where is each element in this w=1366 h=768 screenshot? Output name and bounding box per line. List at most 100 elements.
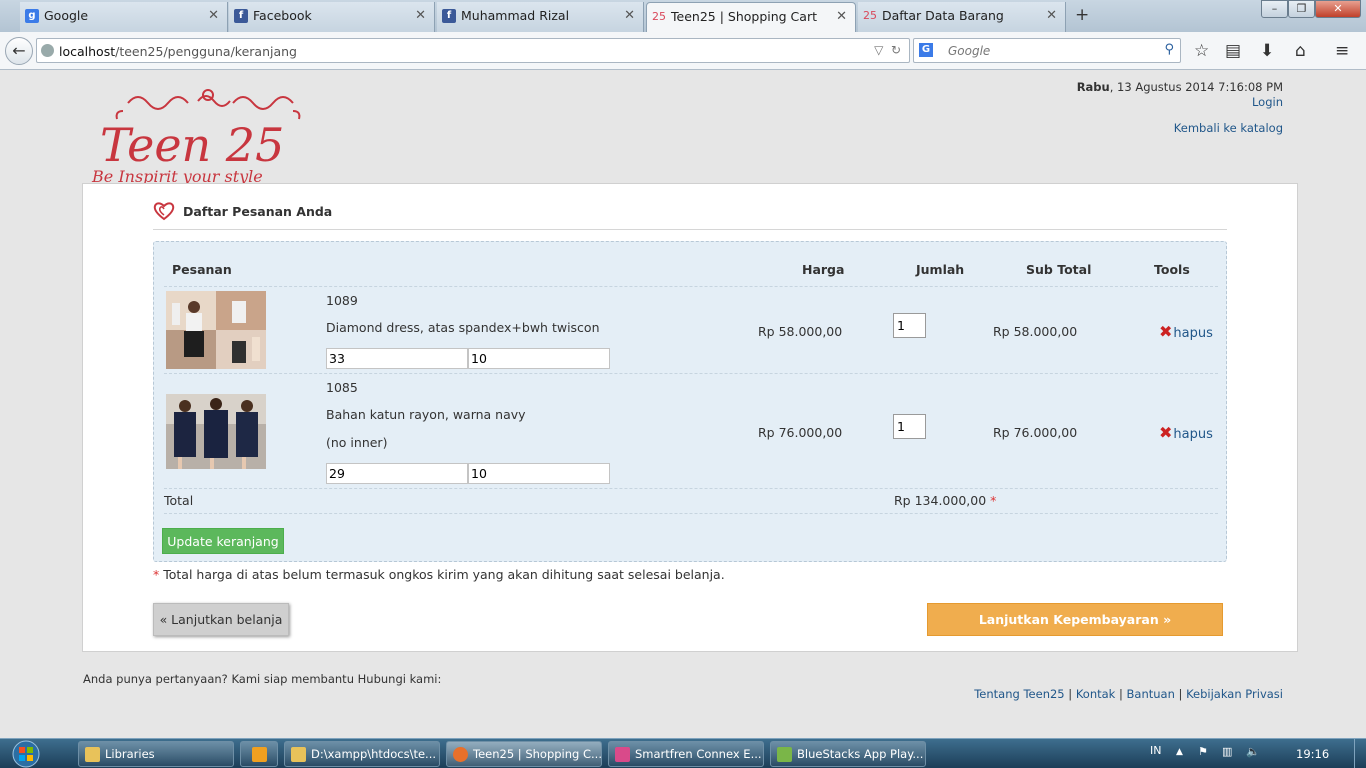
home-icon[interactable]: ⌂ xyxy=(1295,41,1306,61)
reload-icon[interactable]: ↻ xyxy=(891,43,901,57)
title-divider xyxy=(153,229,1227,230)
total-label: Total xyxy=(164,493,194,508)
checkout-button[interactable]: Lanjutkan Kepembayaran » xyxy=(927,603,1223,636)
quantity-input[interactable] xyxy=(893,313,926,338)
folder-icon xyxy=(291,747,306,762)
cart-panel: Daftar Pesanan Anda Pesanan Harga Jumlah… xyxy=(82,183,1298,652)
quantity-input[interactable] xyxy=(893,414,926,439)
back-button[interactable]: ← xyxy=(5,37,33,65)
maximize-button[interactable]: ❐ xyxy=(1288,0,1315,18)
clock[interactable]: 19:16 xyxy=(1296,747,1329,761)
footer-links: Tentang Teen25 | Kontak | Bantuan | Kebi… xyxy=(974,687,1283,701)
size-input-a[interactable] xyxy=(326,463,468,484)
volume-icon[interactable]: 🔈 xyxy=(1246,745,1260,758)
tab-daftar-data-barang[interactable]: 25 Daftar Data Barang ✕ xyxy=(858,2,1066,32)
remove-icon: ✖ xyxy=(1159,423,1173,442)
remove-icon: ✖ xyxy=(1159,322,1173,341)
download-icon[interactable]: ⬇ xyxy=(1260,41,1274,61)
taskbar-item-smartfren[interactable]: Smartfren Connex E... xyxy=(608,741,764,767)
remove-item-link[interactable]: ✖hapus xyxy=(1159,322,1213,341)
tab-label: Teen25 | Shopping Cart xyxy=(671,9,817,24)
system-tray: IN ▲ ⚑ ▥ 🔈 19:16 xyxy=(1146,739,1366,768)
product-code: 1089 xyxy=(326,293,358,308)
tab-label: Daftar Data Barang xyxy=(882,8,1004,23)
col-tools: Tools xyxy=(1154,262,1190,277)
tray-expand-icon[interactable]: ▲ xyxy=(1176,747,1183,757)
smartfren-icon xyxy=(615,747,630,762)
shipping-note: * Total harga di atas belum termasuk ong… xyxy=(153,567,725,582)
footer-link-about[interactable]: Tentang Teen25 xyxy=(974,687,1064,701)
tab-facebook[interactable]: f Facebook ✕ xyxy=(229,2,435,32)
search-icon[interactable]: ⚲ xyxy=(1164,42,1174,57)
close-icon[interactable]: ✕ xyxy=(415,8,426,23)
close-icon[interactable]: ✕ xyxy=(208,8,219,23)
product-image[interactable] xyxy=(166,291,266,369)
row-divider xyxy=(164,513,1218,514)
remove-label: hapus xyxy=(1173,427,1213,442)
facebook-icon: f xyxy=(234,9,248,23)
cart-table: Pesanan Harga Jumlah Sub Total Tools 108… xyxy=(153,241,1227,562)
search-placeholder: Google xyxy=(948,44,991,58)
bookmarks-list-icon[interactable]: ▤ xyxy=(1225,41,1241,61)
item-price: Rp 76.000,00 xyxy=(758,425,843,440)
firefox-icon xyxy=(453,747,468,762)
taskbar-item-libraries[interactable]: Libraries xyxy=(78,741,234,767)
taskbar-item-media-player[interactable] xyxy=(240,741,278,767)
separator: | xyxy=(1178,687,1183,701)
footer-link-privacy[interactable]: Kebijakan Privasi xyxy=(1186,687,1283,701)
search-bar[interactable]: G Google ⚲ xyxy=(913,38,1181,63)
windows-start-icon[interactable] xyxy=(6,739,46,768)
network-icon[interactable]: ▥ xyxy=(1222,745,1232,758)
taskbar-item-bluestacks[interactable]: BlueStacks App Play... xyxy=(770,741,926,767)
row-divider xyxy=(164,373,1218,374)
show-desktop-button[interactable] xyxy=(1354,739,1366,768)
back-to-catalog-link[interactable]: Kembali ke katalog xyxy=(1174,121,1283,135)
url-bar-icons: ▽ ↻ xyxy=(874,43,901,57)
browser-tab-bar: g Google ✕ f Facebook ✕ f Muhammad Rizal… xyxy=(0,0,1366,32)
tab-muhammad-rizal[interactable]: f Muhammad Rizal ✕ xyxy=(437,2,644,32)
contact-question: Anda punya pertanyaan? Kami siap membant… xyxy=(83,672,442,686)
update-cart-button[interactable]: Update keranjang xyxy=(162,528,284,554)
dropdown-icon[interactable]: ▽ xyxy=(874,43,883,57)
size-input-a[interactable] xyxy=(326,348,468,369)
minimize-button[interactable]: – xyxy=(1261,0,1288,18)
facebook-icon: f xyxy=(442,9,456,23)
asterisk: * xyxy=(990,493,997,508)
arrow-left-icon: ← xyxy=(12,41,26,60)
close-icon[interactable]: ✕ xyxy=(1046,8,1057,23)
action-center-icon[interactable]: ⚑ xyxy=(1198,745,1208,758)
close-icon[interactable]: ✕ xyxy=(624,8,635,23)
language-indicator[interactable]: IN xyxy=(1150,744,1161,757)
teen25-icon: 25 xyxy=(652,10,666,23)
close-window-button[interactable]: ✕ xyxy=(1315,0,1361,18)
cart-title: Daftar Pesanan Anda xyxy=(153,202,332,221)
new-tab-button[interactable]: + xyxy=(1075,5,1089,25)
login-link[interactable]: Login xyxy=(1252,95,1283,109)
footer-link-help[interactable]: Bantuan xyxy=(1127,687,1175,701)
teen25-logo[interactable]: Teen 25 Be Inspirit your style xyxy=(88,81,323,186)
taskbar-item-explorer[interactable]: D:\xampp\htdocs\te... xyxy=(284,741,440,767)
remove-item-link[interactable]: ✖hapus xyxy=(1159,423,1213,442)
footer-link-contact[interactable]: Kontak xyxy=(1076,687,1116,701)
google-icon: g xyxy=(25,9,39,23)
size-input-b[interactable] xyxy=(468,463,610,484)
logo-graphic: Teen 25 Be Inspirit your style xyxy=(91,89,301,186)
browser-nav-bar: ← localhost/teen25/pengguna/keranjang ▽ … xyxy=(0,32,1366,70)
heart-icon xyxy=(153,202,175,221)
tab-shopping-cart[interactable]: 25 Teen25 | Shopping Cart ✕ xyxy=(646,2,856,32)
google-search-engine-icon[interactable]: G xyxy=(919,43,933,57)
menu-icon[interactable]: ≡ xyxy=(1335,41,1349,61)
product-description: Diamond dress, atas spandex+bwh twiscon xyxy=(326,320,600,335)
bookmark-star-icon[interactable]: ☆ xyxy=(1194,41,1209,61)
close-icon[interactable]: ✕ xyxy=(836,9,847,24)
header-datetime: Rabu, 13 Agustus 2014 7:16:08 PM xyxy=(1077,80,1283,94)
continue-shopping-button[interactable]: « Lanjutkan belanja xyxy=(153,603,289,636)
tab-google[interactable]: g Google ✕ xyxy=(20,2,228,32)
taskbar-item-firefox[interactable]: Teen25 | Shopping C... xyxy=(446,741,602,767)
url-bar[interactable]: localhost/teen25/pengguna/keranjang ▽ ↻ xyxy=(36,38,910,63)
windows-taskbar: Libraries D:\xampp\htdocs\te... Teen25 |… xyxy=(0,738,1366,768)
product-image[interactable] xyxy=(166,394,266,469)
tab-label: Facebook xyxy=(253,8,312,23)
size-input-b[interactable] xyxy=(468,348,610,369)
globe-icon xyxy=(41,44,54,57)
